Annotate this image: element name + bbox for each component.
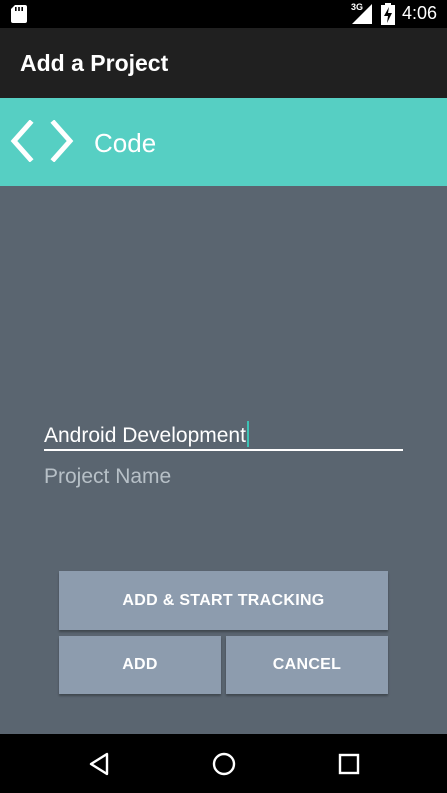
project-name-input[interactable]: Android Development <box>44 421 249 448</box>
recents-icon[interactable] <box>336 751 362 777</box>
add-project-screen: 3G 4:06 Add a Project Code Android Devel… <box>0 0 447 793</box>
action-bar: Add a Project <box>0 28 447 98</box>
cancel-button[interactable]: CANCEL <box>226 636 388 694</box>
add-and-start-tracking-button[interactable]: ADD & START TRACKING <box>59 571 388 630</box>
text-cursor <box>246 421 249 447</box>
sd-card-icon <box>11 5 27 23</box>
network-type-label: 3G <box>351 2 364 12</box>
page-title: Add a Project <box>20 50 169 76</box>
project-name-value: Android Development <box>44 424 246 447</box>
status-clock: 4:06 <box>402 3 438 23</box>
status-bar: 3G 4:06 <box>0 0 447 28</box>
code-brackets-icon <box>10 120 74 162</box>
category-header[interactable]: Code <box>0 98 447 186</box>
back-icon[interactable] <box>87 751 113 777</box>
add-button[interactable]: ADD <box>59 636 221 694</box>
navigation-bar <box>0 734 447 793</box>
project-name-underline <box>44 449 403 451</box>
home-icon[interactable] <box>211 751 237 777</box>
battery-charging-icon <box>381 3 395 25</box>
project-name-hint: Project Name <box>44 465 172 488</box>
category-label: Code <box>94 128 157 158</box>
